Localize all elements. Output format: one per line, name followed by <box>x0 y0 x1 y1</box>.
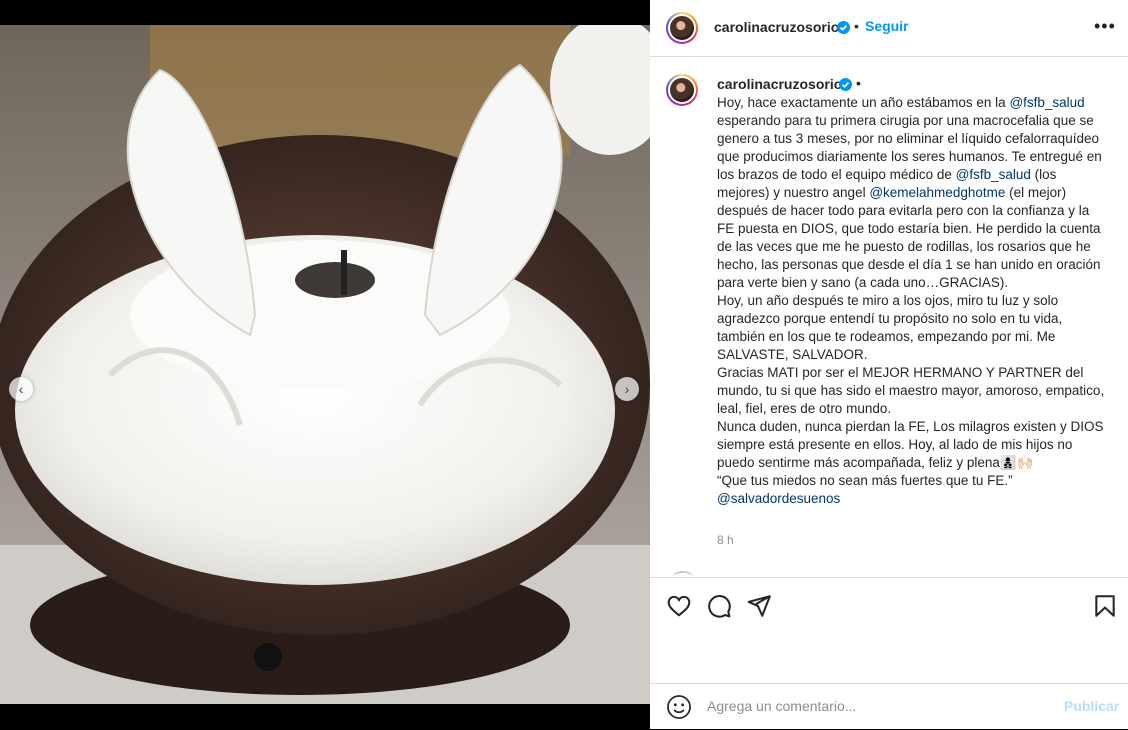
chevron-right-icon: › <box>624 381 630 397</box>
mention-link[interactable]: @salvadordesuenos <box>717 491 840 506</box>
caption-avatar[interactable] <box>666 74 698 106</box>
caption-username[interactable]: carolinacruzosorio <box>717 76 842 92</box>
post-image-angel-candle <box>0 25 650 704</box>
share-icon[interactable] <box>746 593 772 619</box>
follow-button[interactable]: Seguir <box>865 18 909 34</box>
emoji-icon[interactable] <box>666 694 692 720</box>
comment-input[interactable] <box>707 698 1047 714</box>
caption-text: Hoy, hace exactamente un año estábamos e… <box>717 95 1010 110</box>
post-timestamp[interactable]: 8 h <box>717 533 734 547</box>
mention-link[interactable]: @fsfb_salud <box>956 167 1031 182</box>
carousel-next-button[interactable]: › <box>615 377 639 401</box>
mention-link[interactable]: @fsfb_salud <box>1009 95 1084 110</box>
verified-icon <box>837 21 850 34</box>
post-header: carolinacruzosorio • Seguir ••• <box>650 0 1128 57</box>
author-username[interactable]: carolinacruzosorio <box>714 19 839 35</box>
post-detail-panel: carolinacruzosorio • Seguir ••• carolina… <box>650 0 1128 729</box>
add-comment-bar: Publicar <box>650 683 1128 730</box>
comment-icon[interactable] <box>706 593 732 619</box>
action-bar <box>650 577 1128 634</box>
avatar[interactable] <box>666 12 698 44</box>
caption-text: (el mejor) después de hacer todo para ev… <box>717 185 1105 488</box>
post-caption: Hoy, hace exactamente un año estábamos e… <box>717 94 1107 508</box>
more-options-icon[interactable]: ••• <box>1094 16 1116 37</box>
heart-icon[interactable] <box>666 593 692 619</box>
carousel-prev-button[interactable]: ‹ <box>9 377 33 401</box>
mention-link[interactable]: @kemelahmedghotme <box>869 185 1005 200</box>
bookmark-icon[interactable] <box>1092 593 1118 619</box>
post-media-carousel[interactable]: ‹ › <box>0 25 650 704</box>
verified-icon <box>839 78 852 91</box>
comments-scroll-area[interactable]: carolinacruzosorio • Hoy, hace exactamen… <box>650 57 1128 577</box>
separator-dot: • <box>856 75 861 91</box>
bottom-letterbox <box>0 704 650 729</box>
chevron-left-icon: ‹ <box>18 381 24 397</box>
publish-button[interactable]: Publicar <box>1064 698 1119 714</box>
separator-dot: • <box>854 18 859 34</box>
